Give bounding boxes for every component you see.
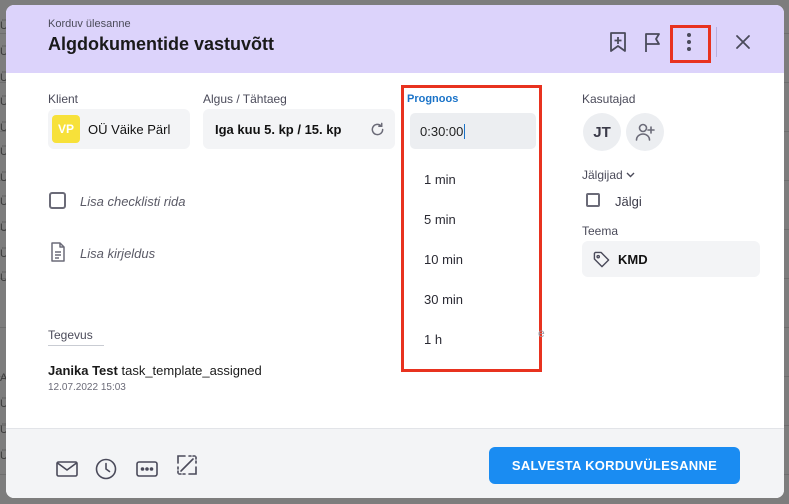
- topic-value: KMD: [618, 251, 648, 267]
- close-icon[interactable]: [732, 31, 754, 53]
- add-user-button[interactable]: [626, 113, 664, 151]
- schedule-label: Algus / Tähtaeg: [203, 92, 287, 106]
- header-divider: [716, 27, 717, 57]
- client-selector[interactable]: VP OÜ Väike Pärl: [48, 109, 190, 149]
- client-badge: VP: [52, 115, 80, 143]
- topic-selector[interactable]: KMD: [582, 241, 760, 277]
- checklist-input[interactable]: Lisa checklisti rida: [80, 194, 186, 209]
- follow-label: Jälgi: [615, 194, 642, 209]
- tag-icon: [593, 251, 610, 268]
- chevron-down-icon: [626, 172, 635, 178]
- checklist-checkbox[interactable]: [49, 192, 66, 209]
- activity-entry: Janika Test task_template_assigned: [48, 363, 262, 378]
- activity-action: task_template_assigned: [121, 363, 262, 378]
- activity-heading-underline: [48, 345, 104, 346]
- schedule-value: Iga kuu 5. kp / 15. kp: [215, 121, 342, 137]
- modal-subtitle: Korduv ülesanne: [48, 18, 131, 30]
- schedule-selector[interactable]: Iga kuu 5. kp / 15. kp: [203, 109, 395, 149]
- client-name: OÜ Väike Pärl: [88, 121, 171, 137]
- more-horizontal-icon[interactable]: [135, 457, 159, 481]
- save-button[interactable]: SALVESTA KORDUVÜLESANNE: [489, 447, 740, 484]
- assignees-label: Kasutajad: [582, 92, 636, 106]
- follow-checkbox[interactable]: [586, 193, 600, 207]
- bookmark-plus-icon[interactable]: [607, 31, 629, 53]
- mail-icon[interactable]: [55, 457, 79, 481]
- activity-heading: Tegevus: [48, 328, 93, 342]
- more-menu-highlight: [670, 25, 711, 63]
- document-icon: [50, 242, 66, 267]
- activity-date: 12.07.2022 15:03: [48, 382, 126, 393]
- estimate-dropdown-highlight: [401, 85, 542, 372]
- modal-title: Algdokumentide vastuvõtt: [48, 34, 275, 54]
- flag-icon[interactable]: [642, 31, 664, 53]
- modal-header: Korduv ülesanne Algdokumentide vastuvõtt: [6, 5, 784, 73]
- topic-label: Teema: [582, 224, 619, 238]
- client-label: Klient: [48, 92, 79, 106]
- avatar[interactable]: JT: [583, 113, 621, 151]
- followers-toggle[interactable]: Jälgijad: [582, 168, 635, 182]
- refresh-icon[interactable]: [370, 122, 385, 142]
- clipped-text: e: [538, 326, 545, 340]
- modal-footer: SALVESTA KORDUVÜLESANNE: [6, 428, 784, 498]
- task-template-modal: Korduv ülesanne Algdokumentide vastuvõtt…: [6, 5, 784, 498]
- convert-icon[interactable]: [175, 453, 199, 477]
- clock-icon[interactable]: [94, 457, 118, 481]
- description-input[interactable]: Lisa kirjeldus: [80, 246, 155, 261]
- followers-label: Jälgijad: [582, 168, 623, 182]
- activity-user: Janika Test: [48, 363, 118, 378]
